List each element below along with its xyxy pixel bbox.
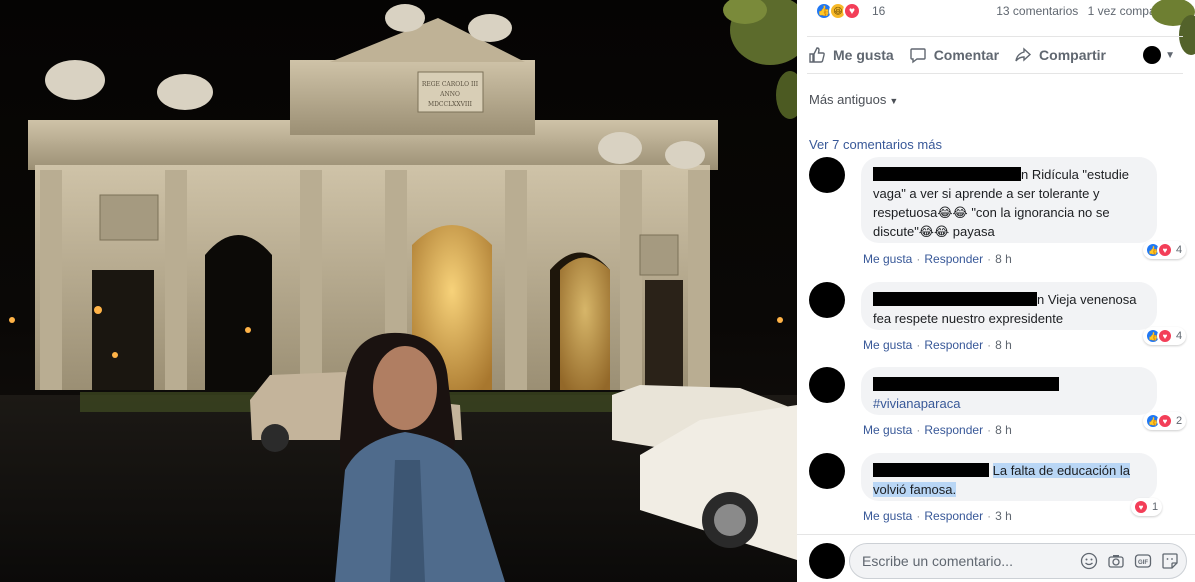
- comment-button[interactable]: Comentar: [908, 45, 999, 65]
- love-reaction-icon: ♥: [843, 2, 861, 20]
- comment-timestamp[interactable]: 3 h: [995, 509, 1012, 523]
- comment-actions: Me gusta · Responder · 8 h: [863, 423, 1012, 437]
- comment-bubble: La falta de educación la volvió famosa.: [861, 453, 1157, 501]
- comment-reaction-count: 2: [1176, 415, 1183, 427]
- comment-reaction-count: 4: [1176, 330, 1183, 342]
- love-reaction-icon: ♥: [1157, 413, 1173, 429]
- comment-reply-link[interactable]: Responder: [924, 338, 983, 352]
- tree-leaves: [723, 0, 797, 119]
- avatar[interactable]: [809, 453, 845, 489]
- avatar[interactable]: [809, 367, 845, 403]
- comment-reaction-count: 1: [1152, 501, 1159, 513]
- avatar: [1143, 46, 1162, 64]
- comment-sort-dropdown[interactable]: Más antiguos ▼: [809, 92, 898, 107]
- comment-text-line: n Vieja venenosa: [1037, 292, 1137, 307]
- comment-bubble: n Ridícula "estudie vaga" a ver si apren…: [861, 157, 1157, 243]
- inscription-line-2: ANNO: [439, 91, 460, 98]
- inscription-line-1: REGE CAROLO III: [422, 81, 479, 88]
- reaction-count[interactable]: 16: [872, 4, 885, 18]
- comment-like-link[interactable]: Me gusta: [863, 338, 912, 352]
- comment-actions: Me gusta · Responder · 8 h: [863, 252, 1012, 266]
- share-arrow-icon: [1013, 45, 1033, 65]
- gif-icon[interactable]: GIF: [1133, 551, 1153, 571]
- redacted-author-name: [873, 292, 1037, 306]
- comment-actions: Me gusta · Responder · 3 h: [863, 509, 1012, 523]
- comment-composer: GIF: [797, 534, 1195, 582]
- sticker-icon[interactable]: [1160, 551, 1180, 571]
- comments-panel: 👍 😆 ♥ 16 13 comentarios 1 vez compartida…: [797, 0, 1195, 582]
- inscription-line-3: MDCCLXXVIII: [428, 101, 473, 108]
- like-button[interactable]: Me gusta: [807, 45, 894, 65]
- comment-reaction-count: 4: [1176, 244, 1183, 256]
- caret-down-icon: ▼: [1165, 49, 1175, 61]
- like-button-label: Me gusta: [833, 47, 894, 63]
- comment-like-link[interactable]: Me gusta: [863, 509, 912, 523]
- avatar[interactable]: [809, 157, 845, 193]
- love-reaction-icon: ♥: [1157, 242, 1173, 258]
- emoji-icon[interactable]: [1079, 551, 1099, 571]
- comment-text-line: fea respete nuestro expresidente: [873, 311, 1064, 326]
- speech-bubble-icon: [908, 45, 928, 65]
- comments-count-link[interactable]: 13 comentarios: [996, 4, 1078, 18]
- comment-text-line: La falta de educación la: [992, 463, 1130, 478]
- comment-actions: Me gusta · Responder · 8 h: [863, 338, 1012, 352]
- love-reaction-icon: ♥: [1133, 499, 1149, 515]
- comment-reply-link[interactable]: Responder: [924, 252, 983, 266]
- avatar[interactable]: [809, 282, 845, 318]
- view-more-comments-link[interactable]: Ver 7 comentarios más: [809, 137, 942, 152]
- comment-reactions[interactable]: 👍 ♥ 4: [1143, 327, 1187, 345]
- comment-reactions[interactable]: 👍 ♥ 4: [1143, 241, 1187, 259]
- love-reaction-icon: ♥: [1157, 328, 1173, 344]
- comment-reply-link[interactable]: Responder: [924, 423, 983, 437]
- camera-icon[interactable]: [1106, 551, 1126, 571]
- reaction-icons[interactable]: 👍 😆 ♥: [815, 2, 861, 20]
- comment-like-link[interactable]: Me gusta: [863, 252, 912, 266]
- avatar: [809, 543, 845, 579]
- comment-bubble: n Vieja venenosa fea respete nuestro exp…: [861, 282, 1157, 330]
- thumbs-up-icon: [807, 45, 827, 65]
- redacted-author-name: [873, 463, 989, 477]
- comment-input-box[interactable]: GIF: [849, 543, 1187, 579]
- comment-reactions[interactable]: ♥ 1: [1131, 498, 1163, 516]
- composer-icons: GIF: [1072, 551, 1180, 571]
- comment-like-link[interactable]: Me gusta: [863, 423, 912, 437]
- comment-timestamp[interactable]: 8 h: [995, 423, 1012, 437]
- redacted-author-name: [873, 377, 1059, 391]
- hashtag-link[interactable]: #vivianaparaca: [873, 394, 1145, 413]
- redacted-author-name: [873, 167, 1021, 181]
- monument: REGE CAROLO III ANNO MDCCLXXVIII: [28, 4, 718, 390]
- share-button[interactable]: Compartir: [1013, 45, 1106, 65]
- share-button-label: Compartir: [1039, 47, 1106, 63]
- comment-bubble: #vivianaparaca: [861, 367, 1157, 415]
- comment-timestamp[interactable]: 8 h: [995, 338, 1012, 352]
- comment-text-line: n Ridícula "estudie: [1021, 167, 1129, 182]
- caret-down-icon: ▼: [889, 96, 899, 106]
- comment-input[interactable]: [862, 553, 1062, 569]
- comment-button-label: Comentar: [933, 47, 1000, 63]
- post-photo[interactable]: REGE CAROLO III ANNO MDCCLXXVIII: [0, 0, 797, 582]
- comment-text-line: volvió famosa.: [873, 482, 957, 497]
- post-as-selector[interactable]: ▼: [1143, 46, 1175, 64]
- comment-reactions[interactable]: 👍 ♥ 2: [1143, 412, 1187, 430]
- comment-text-line: discute"😂😂 payasa: [873, 224, 995, 239]
- comment-text-line: vaga" a ver si aprende a ser tolerante y: [873, 186, 1100, 201]
- comment-text-line: respetuosa😂😂 "con la ignorancia no se: [873, 205, 1110, 220]
- svg-text:GIF: GIF: [1138, 560, 1148, 566]
- photo-scene: REGE CAROLO III ANNO MDCCLXXVIII: [0, 0, 797, 582]
- sort-label: Más antiguos: [809, 92, 887, 107]
- comment-reply-link[interactable]: Responder: [924, 509, 983, 523]
- post-action-bar: Me gusta Comentar Compartir ▼: [807, 36, 1183, 74]
- comment-timestamp[interactable]: 8 h: [995, 252, 1012, 266]
